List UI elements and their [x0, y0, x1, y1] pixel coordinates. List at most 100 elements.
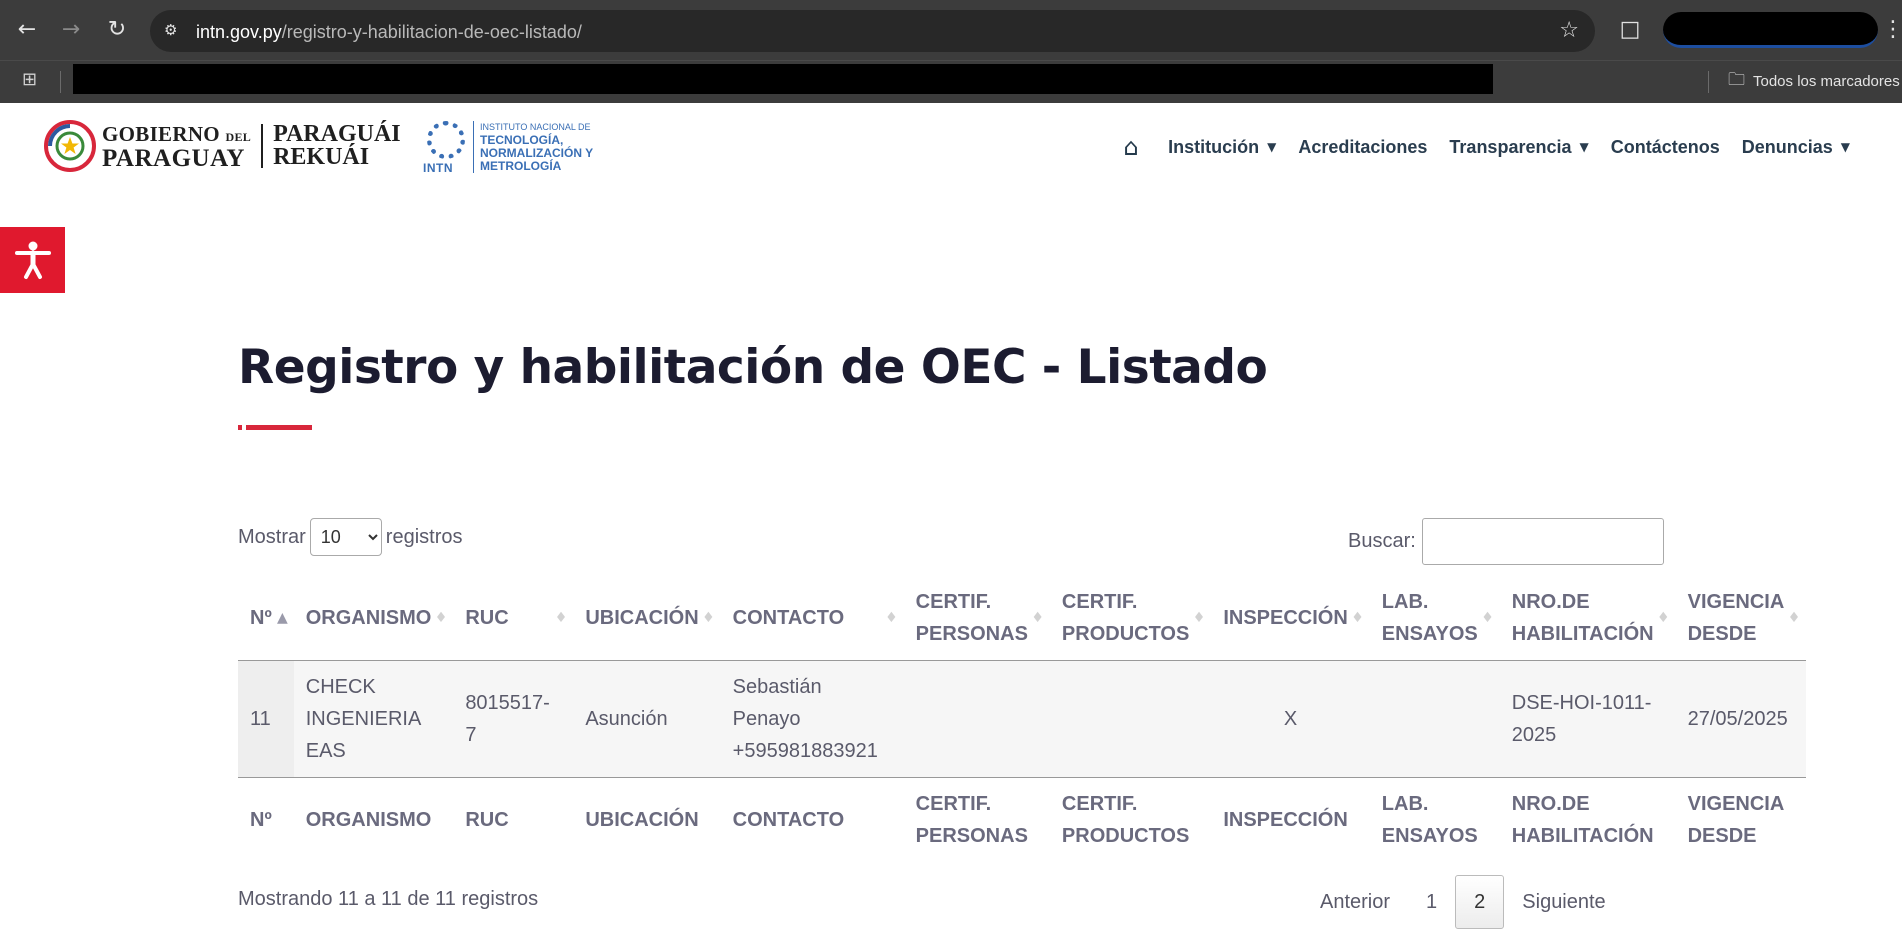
back-arrow-icon[interactable]: ← [12, 14, 42, 44]
sort-icon: ♦ [554, 610, 568, 626]
search-label: Buscar: [1348, 530, 1416, 552]
foot-header-ruc: RUC [465, 809, 509, 831]
col-header-vigencia-desde[interactable]: VIGENCIA DESDE ♦ [1675, 576, 1807, 661]
sort-icon: ♦ [1031, 610, 1044, 626]
accessibility-button[interactable] [0, 227, 65, 293]
col-header-inspeccion[interactable]: INSPECCIÓN ♦ [1211, 576, 1370, 661]
table-row: 11 CHECK INGENIERIA EAS 8015517- 7 Asunción… [238, 660, 1807, 778]
col-header-organismo[interactable]: ORGANISMO ♦ [293, 576, 454, 661]
bookmarks-bar: ⊞ 🗀 Todos los marcadores [0, 60, 1902, 103]
table-search-control: Buscar: [1348, 518, 1664, 565]
site-header: GOBIERNO DEL PARAGUAY PARAGUÁI REKUÁI IN… [0, 103, 1902, 195]
reload-icon[interactable]: ↻ [102, 14, 132, 44]
foot-header-nro-habilitacion: NRO.DE HABILITACIÓN [1511, 793, 1654, 847]
pagination-previous[interactable]: Anterior [1302, 875, 1408, 929]
bookmarks-redacted [73, 64, 1493, 94]
col-header-ubicacion[interactable]: UBICACIÓN ♦ [573, 576, 721, 661]
nav-contactenos-label: Contáctenos [1610, 136, 1720, 157]
logo-divider [261, 124, 264, 168]
foot-header-no: Nº [250, 809, 272, 831]
foot-header-contacto: CONTACTO [732, 809, 845, 831]
pagination-page-2[interactable]: 2 [1455, 875, 1505, 929]
cell-inspeccion: X [1211, 660, 1370, 778]
all-bookmarks-label: Todos los marcadores [1753, 72, 1900, 90]
sort-icon: ♦ [1481, 610, 1494, 626]
records-per-page-select[interactable]: 10 [309, 518, 382, 556]
search-input[interactable] [1421, 518, 1664, 565]
bookmarks-divider [60, 71, 61, 93]
caret-down-icon: ▼ [1579, 140, 1589, 154]
oec-table: Nº ▲ ORGANISMO ♦ RUC ♦ UBICACIÓN ♦ CONTACTO ♦… [238, 576, 1807, 863]
gov-text-line1-small: DEL [225, 129, 252, 144]
nav-institucion[interactable]: Institución ▼ [1168, 137, 1276, 158]
cell-organismo: CHECK INGENIERIA EAS [293, 660, 454, 778]
sort-icon: ♦ [885, 610, 898, 626]
col-header-nro-habilitacion[interactable]: NRO.DE HABILITACIÓN ♦ [1499, 576, 1676, 661]
foot-header-inspeccion: INSPECCIÓN [1223, 809, 1348, 831]
folder-icon: 🗀 [1728, 69, 1745, 90]
site-settings-icon[interactable]: ⚙ [164, 21, 184, 41]
all-bookmarks-button[interactable]: 🗀 Todos los marcadores [1728, 67, 1900, 95]
col-header-contacto[interactable]: CONTACTO ♦ [720, 576, 904, 661]
length-label-after: registros [385, 525, 463, 548]
cell-nro-habilitacion: DSE-HOI-1011- 2025 [1499, 660, 1676, 778]
nav-transparencia[interactable]: Transparencia ▼ [1449, 137, 1588, 158]
accessibility-icon [14, 241, 51, 279]
foot-header-certif-productos: CERTIF. PRODUCTOS [1061, 793, 1190, 847]
browser-menu-icon[interactable]: ⋮ [1882, 14, 1902, 44]
url-host: intn.gov.py [196, 22, 282, 42]
foot-header-lab-ensayos: LAB. ENSAYOS [1381, 793, 1478, 847]
table-footer-row: Nº ORGANISMO RUC UBICACIÓN CONTACTO CERT… [238, 778, 1806, 863]
nav-contactenos[interactable]: Contáctenos [1611, 137, 1720, 158]
address-bar[interactable]: ⚙ intn.gov.py/registro-y-habilitacion-de… [150, 10, 1595, 52]
page-title: Registro y habilitación de OEC - Listado [238, 340, 1268, 395]
gov-guarani-line1: PARAGUÁI [273, 121, 401, 147]
nav-institucion-label: Institución [1168, 136, 1260, 157]
cell-lab-ensayos [1369, 660, 1500, 778]
cell-no: 11 [238, 660, 294, 778]
sort-icon: ♦ [702, 610, 715, 626]
gov-guarani-line2: REKUÁI [273, 144, 370, 170]
col-header-ruc[interactable]: RUC ♦ [453, 576, 574, 661]
intn-emblem-icon: INTN [423, 119, 469, 175]
col-header-no[interactable]: Nº ▲ [238, 576, 294, 661]
foot-header-ubicacion: UBICACIÓN [585, 809, 699, 831]
gobierno-logo[interactable]: GOBIERNO DEL PARAGUAY PARAGUÁI REKUÁI [44, 120, 401, 172]
col-header-lab-ensayos[interactable]: LAB. ENSAYOS ♦ [1369, 576, 1500, 661]
intn-mark-text: INTN [423, 161, 453, 175]
nav-acreditaciones[interactable]: Acreditaciones [1298, 137, 1427, 158]
intn-text-line3: METROLOGÍA [480, 159, 562, 173]
national-seal-icon [44, 120, 96, 172]
caret-down-icon: ▼ [1840, 140, 1850, 154]
pagination: Anterior 1 2 Siguiente [1302, 875, 1624, 929]
nav-denuncias[interactable]: Denuncias ▼ [1742, 137, 1850, 158]
col-header-certif-personas[interactable]: CERTIF. PERSONAS ♦ [903, 576, 1050, 661]
apps-grid-icon[interactable]: ⊞ [22, 69, 44, 91]
home-icon[interactable]: ⌂ [1116, 133, 1146, 161]
bookmark-star-icon[interactable]: ☆ [1559, 18, 1579, 43]
cell-ruc: 8015517- 7 [453, 660, 574, 778]
forward-arrow-icon[interactable]: → [56, 14, 86, 44]
gov-text-line2: PARAGUAY [102, 144, 245, 172]
foot-header-certif-personas: CERTIF. PERSONAS [915, 793, 1028, 847]
title-underline [238, 425, 312, 430]
intn-logo[interactable]: INTN INSTITUTO NACIONAL DE TECNOLOGÍA, N… [423, 119, 593, 175]
profile-button[interactable] [1663, 12, 1878, 48]
col-header-certif-productos[interactable]: CERTIF. PRODUCTOS ♦ [1049, 576, 1212, 661]
table-info: Mostrando 11 a 11 de 11 registros [238, 888, 539, 910]
url-path: /registro-y-habilitacion-de-oec-listado/ [281, 22, 582, 42]
records-length-control: Mostrar 10 registros [238, 518, 463, 556]
cell-certif-productos [1049, 660, 1212, 778]
pagination-page-1[interactable]: 1 [1408, 875, 1455, 929]
url-text[interactable]: intn.gov.py/registro-y-habilitacion-de-o… [196, 22, 582, 43]
gov-text-line1: GOBIERNO [102, 121, 220, 146]
sort-asc-icon: ▲ [276, 610, 288, 626]
table-header-row: Nº ▲ ORGANISMO ♦ RUC ♦ UBICACIÓN ♦ CONTACTO ♦… [238, 576, 1807, 661]
extensions-icon[interactable]: □ [1615, 14, 1645, 44]
sort-icon: ♦ [434, 610, 448, 626]
caret-down-icon: ▼ [1267, 140, 1277, 154]
pagination-next[interactable]: Siguiente [1504, 875, 1623, 929]
browser-toolbar: ← → ↻ ⚙ intn.gov.py/registro-y-habilitac… [0, 0, 1902, 60]
sort-icon: ♦ [1351, 610, 1364, 626]
length-label-before: Mostrar [238, 525, 306, 548]
